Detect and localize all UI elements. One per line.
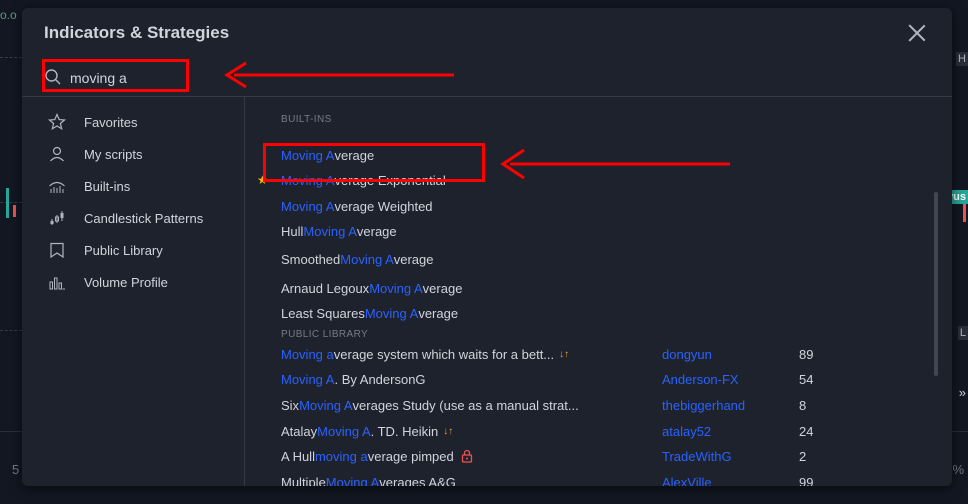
script-name-match: Moving A: [281, 371, 335, 387]
section-label-public-library: PUBLIC LIBRARY: [281, 329, 369, 340]
bottom-toolbar-text: 5: [12, 462, 20, 477]
script-author-link[interactable]: dongyun: [662, 347, 712, 362]
indicator-name-match: Moving A: [369, 280, 423, 296]
updown-arrows-icon: ↓↑: [559, 348, 570, 360]
sidebar-item-label: Public Library: [84, 242, 163, 258]
chart-candle: [13, 205, 16, 217]
script-likes-count: 54: [799, 371, 814, 387]
chart-gridline: [0, 202, 22, 203]
indicator-name-text: Hull: [281, 223, 304, 239]
script-name-text: Atalay: [281, 423, 318, 439]
script-name-match: Moving A: [299, 397, 353, 413]
script-name-text: . By AndersonG: [334, 371, 426, 387]
indicator-name-text: verage: [418, 305, 459, 321]
chart-gridline: [0, 330, 22, 331]
dialog-header: Indicators & Strategies: [22, 8, 952, 58]
public-script-row[interactable]: Atalay Moving A. TD. Heikin ↓↑ atalay52 24: [281, 420, 841, 442]
sidebar-item-volume-profile[interactable]: Volume Profile: [22, 266, 244, 298]
updown-arrows-icon: ↓↑: [443, 425, 454, 437]
script-name-match: Moving A: [325, 474, 380, 487]
chart-price-text: o.o: [0, 8, 17, 22]
chart-candle: [6, 188, 9, 218]
candlestick-icon: [48, 209, 66, 227]
script-likes-count: 89: [799, 346, 814, 362]
script-author-link[interactable]: Anderson-FX: [662, 372, 739, 387]
script-name-text: Multiple: [281, 474, 326, 487]
indicator-name-match: Moving A: [340, 251, 394, 267]
indicator-name-match: Moving A: [303, 223, 357, 239]
script-name-match: moving: [314, 448, 357, 464]
indicator-name-text: verage: [422, 280, 463, 296]
script-likes-count: 2: [799, 448, 807, 464]
builtin-indicator-row[interactable]: Moving Average Weighted: [281, 195, 433, 217]
star-icon: [48, 112, 66, 131]
script-name-text: verage system which waits for a bett...: [333, 346, 555, 362]
lock-icon: [460, 449, 474, 463]
indicator-name-text: Least Squares: [281, 305, 365, 321]
sidebar-item-favorites[interactable]: Favorites: [22, 106, 244, 138]
public-script-row[interactable]: A Hull moving a verage pimped TradeWithG 2: [281, 445, 841, 467]
script-author-link[interactable]: thebiggerhand: [662, 398, 745, 413]
script-name-text: Six: [281, 397, 300, 413]
annotation-box-ema: [263, 143, 485, 182]
annotation-box-search: [42, 59, 189, 92]
dialog-title: Indicators & Strategies: [44, 23, 230, 42]
script-name-text: verages A&G: [379, 474, 456, 487]
sidebar-item-public-library[interactable]: Public Library: [22, 234, 244, 266]
volume-profile-icon: [48, 273, 66, 291]
script-name-text: verage pimped: [367, 448, 454, 464]
builtin-indicator-row[interactable]: Hull Moving Average: [281, 220, 397, 242]
sidebar-item-candlestick-patterns[interactable]: Candlestick Patterns: [22, 202, 244, 234]
annotation-arrow-search: [224, 61, 454, 89]
results-scrollbar[interactable]: [934, 192, 938, 376]
expand-arrow-icon[interactable]: »: [956, 384, 968, 401]
bookmark-icon: [48, 241, 66, 259]
user-icon: [48, 145, 66, 163]
builtin-indicator-row[interactable]: Arnaud Legoux Moving Average: [281, 277, 462, 299]
script-likes-count: 8: [799, 397, 807, 413]
builtin-indicator-row[interactable]: Smoothed Moving Average: [281, 248, 434, 270]
indicator-name-text: verage Weighted: [334, 198, 433, 214]
category-sidebar: Favorites My scripts Built-ins Candlesti…: [22, 96, 245, 486]
public-script-row[interactable]: Multiple Moving Averages A&G AlexVille 99: [281, 471, 841, 487]
bottom-toolbar-text: %: [952, 462, 964, 477]
public-script-row[interactable]: Moving a verage system which waits for a …: [281, 343, 841, 365]
annotation-arrow-ema: [500, 148, 730, 180]
sidebar-item-label: Volume Profile: [84, 274, 168, 290]
script-name-match: Moving A: [317, 423, 371, 439]
script-name-text: . TD. Heikin: [370, 423, 439, 439]
indicator-name-text: Arnaud Legoux: [281, 280, 370, 296]
script-name-match: a: [360, 448, 368, 464]
builtins-chart-icon: [48, 177, 66, 195]
public-script-row[interactable]: Moving A. By AndersonG Anderson-FX 54: [281, 368, 841, 390]
script-likes-count: 99: [799, 474, 814, 487]
builtin-indicator-row[interactable]: Least Squares Moving Average: [281, 302, 458, 324]
indicator-name-match: Moving A: [281, 198, 335, 214]
sidebar-item-label: Built-ins: [84, 178, 131, 194]
chart-price-label: L: [957, 326, 968, 340]
section-label-built-ins: BUILT-INS: [281, 114, 332, 125]
chart-price-label: H: [956, 52, 968, 66]
indicator-name-text: verage: [356, 223, 397, 239]
close-icon[interactable]: [904, 20, 930, 46]
indicator-name-text: Smoothed: [281, 251, 341, 267]
script-name-text: A Hull: [281, 448, 315, 464]
chart-gridline: [0, 57, 22, 58]
script-author-link[interactable]: AlexVille: [662, 475, 712, 487]
sidebar-item-label: Candlestick Patterns: [84, 210, 204, 226]
script-name-text: verages Study (use as a manual strat...: [352, 397, 579, 413]
script-name-match: a: [326, 346, 334, 362]
indicator-name-match: Moving A: [364, 305, 419, 321]
sidebar-item-my-scripts[interactable]: My scripts: [22, 138, 244, 170]
sidebar-item-label: My scripts: [84, 146, 143, 162]
sidebar-item-built-ins[interactable]: Built-ins: [22, 170, 244, 202]
script-likes-count: 24: [799, 423, 814, 439]
public-script-row[interactable]: Six Moving Averages Study (use as a manu…: [281, 394, 841, 416]
script-name-match: Moving: [281, 346, 323, 362]
script-author-link[interactable]: TradeWithG: [662, 449, 732, 464]
indicator-name-text: verage: [393, 251, 434, 267]
script-author-link[interactable]: atalay52: [662, 424, 711, 439]
sidebar-item-label: Favorites: [84, 114, 138, 130]
